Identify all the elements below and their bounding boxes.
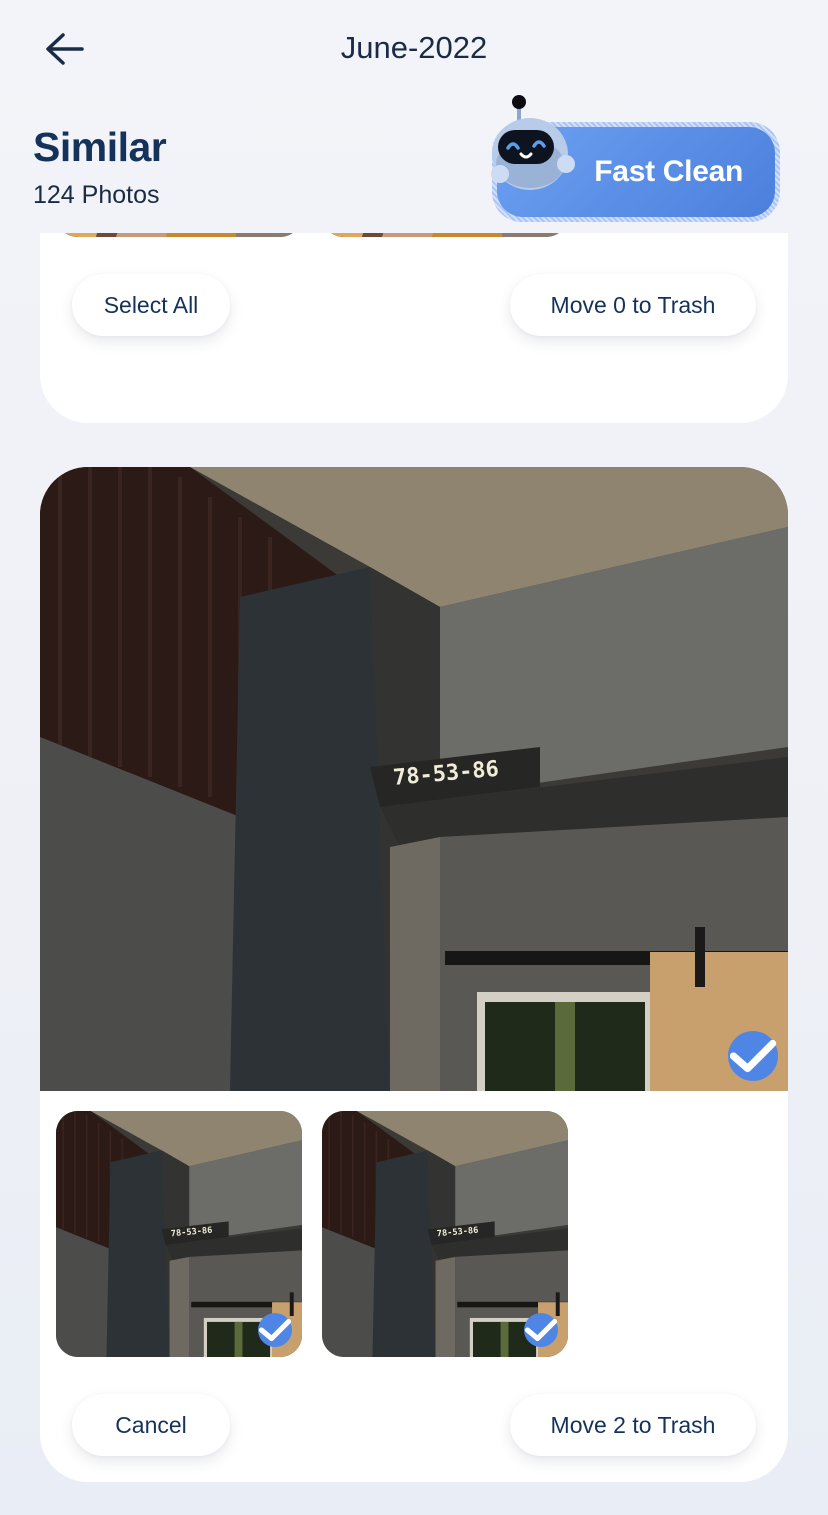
similar-photos-screen: June-2022 Similar 124 Photos Fast Clean xyxy=(0,0,828,1515)
photo-thumbnail[interactable] xyxy=(322,233,568,237)
groups-list[interactable]: Select All Move 0 to Trash Cancel Move 2… xyxy=(0,233,828,1515)
robot-mascot-icon xyxy=(491,95,575,190)
cancel-button[interactable]: Cancel xyxy=(72,1394,230,1456)
checkmark-selected-icon[interactable] xyxy=(258,1313,292,1347)
hero-photo[interactable] xyxy=(40,467,788,1091)
similar-group-card: Cancel Move 2 to Trash xyxy=(40,467,788,1482)
photo-image xyxy=(56,233,302,237)
section-title: Similar xyxy=(33,124,167,170)
photo-thumbnail[interactable] xyxy=(56,233,302,237)
select-all-button[interactable]: Select All xyxy=(72,274,230,336)
photo-thumbnail[interactable] xyxy=(56,1111,302,1357)
similar-group-card: Select All Move 0 to Trash xyxy=(40,233,788,423)
photo-thumbnail[interactable] xyxy=(322,1111,568,1357)
photo-image xyxy=(40,467,788,1091)
checkmark-selected-icon[interactable] xyxy=(728,1031,778,1081)
move-to-trash-button[interactable]: Move 2 to Trash xyxy=(510,1394,756,1456)
nav-title: June-2022 xyxy=(340,30,488,65)
photo-image xyxy=(322,233,568,237)
fast-clean-label: Fast Clean xyxy=(594,155,743,188)
photo-count: 124 Photos xyxy=(33,181,160,209)
fast-clean-button[interactable]: Fast Clean xyxy=(491,95,780,222)
checkmark-selected-icon[interactable] xyxy=(524,1313,558,1347)
move-to-trash-button[interactable]: Move 0 to Trash xyxy=(510,274,756,336)
